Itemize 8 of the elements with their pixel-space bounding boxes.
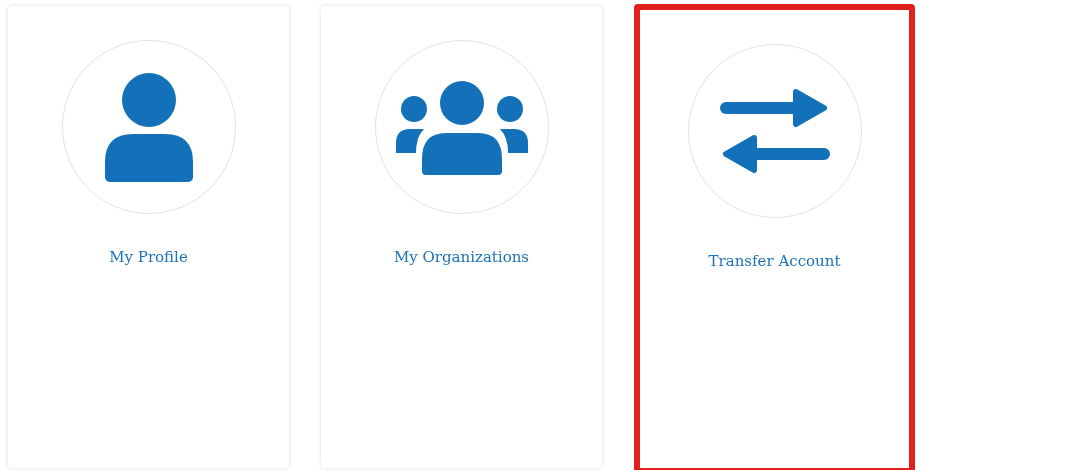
menu-card[interactable]: My Organizations [321,6,602,468]
transfer-arrows-icon [719,88,830,174]
menu-card[interactable]: My Profile [8,6,289,468]
menu-card[interactable]: Transfer Account [634,4,915,470]
card-label[interactable]: Transfer Account [708,250,841,273]
card-label[interactable]: My Profile [109,246,188,269]
group-icon [393,79,530,175]
card-label[interactable]: My Organizations [393,246,530,269]
